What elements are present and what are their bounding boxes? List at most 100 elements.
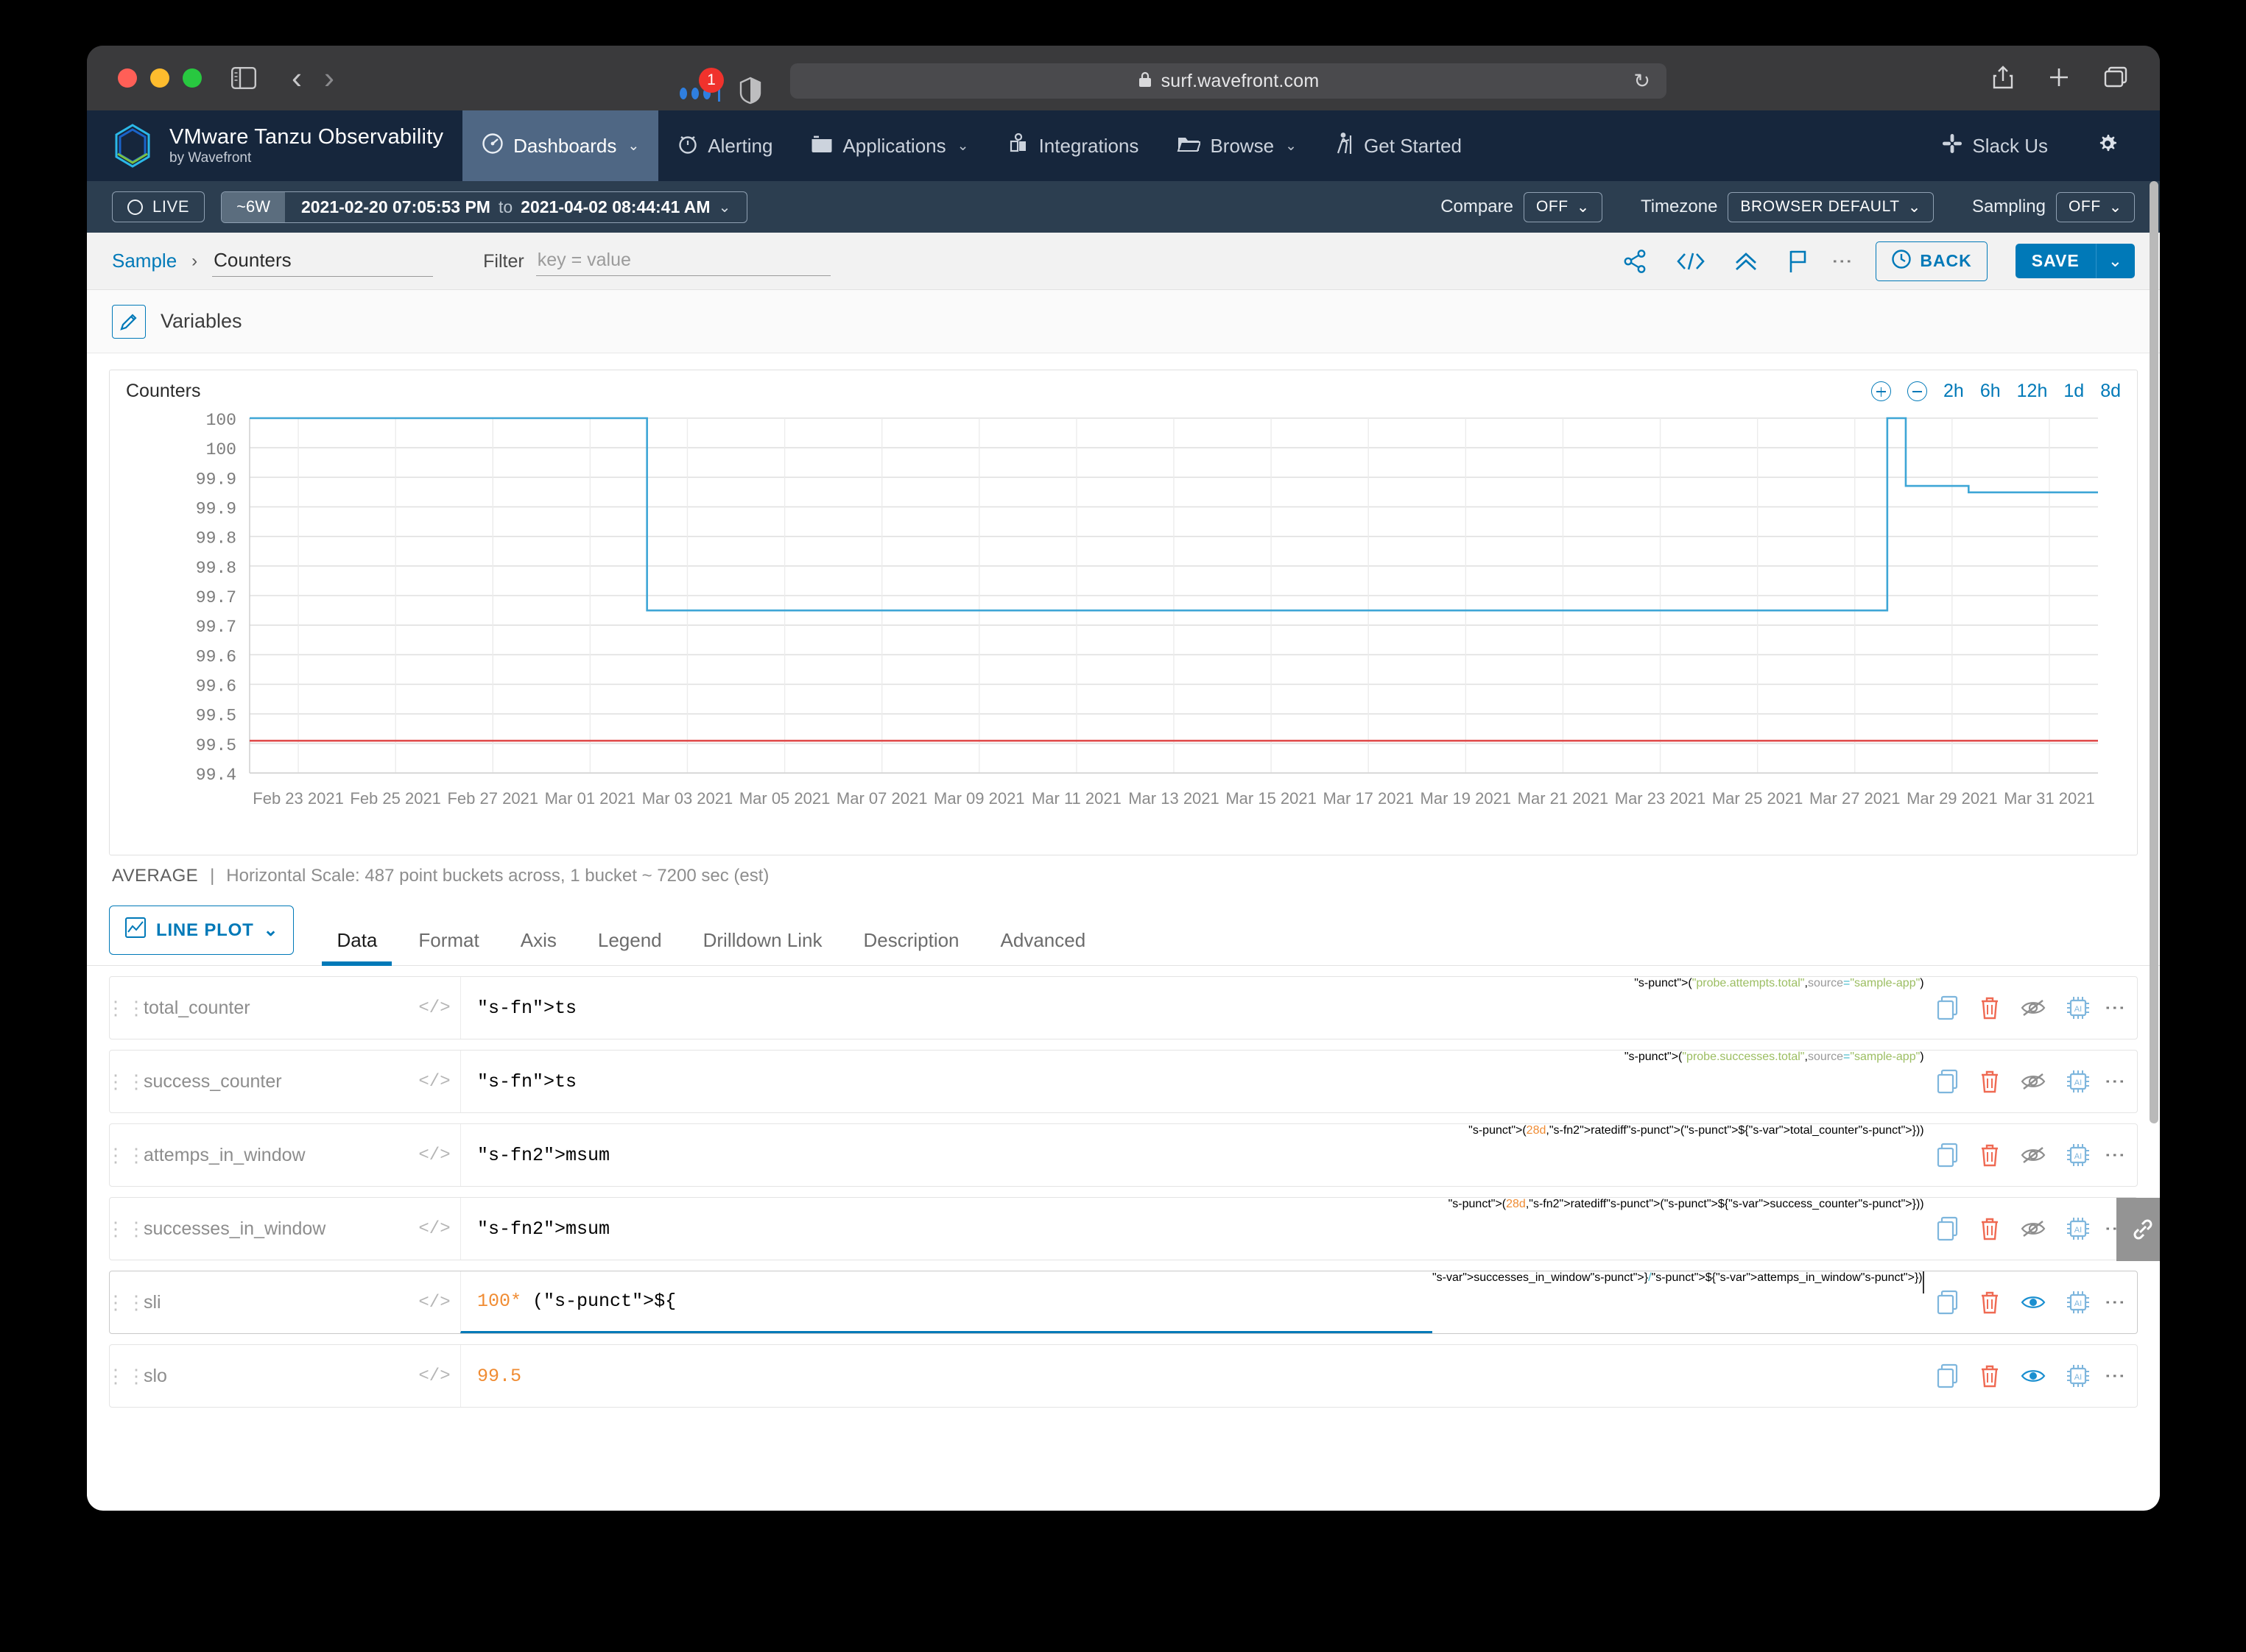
query-name-input[interactable]: success_counter — [144, 1051, 409, 1112]
duplicate-icon[interactable] — [1936, 1363, 1960, 1388]
timezone-control[interactable]: Timezone BROWSER DEFAULT ⌄ — [1641, 192, 1934, 222]
nav-item-browse[interactable]: Browse ⌄ — [1158, 110, 1316, 181]
query-expression-input[interactable]: "s-fn">ts — [460, 977, 1634, 1039]
compare-dropdown[interactable]: OFF ⌄ — [1524, 192, 1602, 222]
duplicate-icon[interactable] — [1936, 1216, 1960, 1241]
trash-icon[interactable] — [1979, 1216, 2001, 1241]
eye-off-icon[interactable] — [2020, 998, 2046, 1018]
nav-item-integrations[interactable]: Integrations — [988, 110, 1158, 181]
range-6h-button[interactable]: 6h — [1980, 381, 2001, 402]
time-range-selector[interactable]: ~6W 2021-02-20 07:05:53 PM to 2021-04-02… — [221, 191, 747, 223]
query-expression-input[interactable]: 99.5 — [460, 1345, 1924, 1407]
query-name-input[interactable]: sli — [144, 1271, 409, 1333]
browser-extensions[interactable]: 1 — [680, 65, 761, 108]
eye-off-icon[interactable] — [2020, 1218, 2046, 1239]
time-range-value[interactable]: 2021-02-20 07:05:53 PM to 2021-04-02 08:… — [285, 192, 747, 222]
browser-nav-arrows[interactable]: ‹ › — [292, 63, 334, 93]
query-row[interactable]: ⋮⋮attemps_in_window</>"s-fn2">msum"s-pun… — [109, 1123, 2138, 1187]
page-scrollbar[interactable] — [2150, 181, 2158, 1511]
sampling-dropdown[interactable]: OFF ⌄ — [2056, 192, 2135, 222]
extension-dots-icon[interactable]: 1 — [680, 85, 720, 102]
flag-icon[interactable] — [1786, 249, 1809, 274]
query-row[interactable]: ⋮⋮success_counter</>"s-fn">ts"s-punct">(… — [109, 1050, 2138, 1113]
zoom-out-icon[interactable] — [1907, 381, 1927, 401]
tab-legend[interactable]: Legend — [577, 917, 683, 965]
filter-input[interactable]: key = value — [536, 247, 831, 276]
query-row[interactable]: ⋮⋮sli</>100 * ("s-punct">${"s-var">succe… — [109, 1271, 2138, 1334]
save-dropdown-caret[interactable]: ⌄ — [2096, 244, 2135, 278]
code-icon[interactable]: </> — [409, 1271, 460, 1333]
kebab-menu-icon[interactable]: ⋮ — [2110, 998, 2121, 1018]
query-expression-input[interactable]: 100 * ("s-punct">${ — [460, 1271, 1432, 1333]
eye-off-icon[interactable] — [2020, 1071, 2046, 1092]
plot-type-dropdown[interactable]: LINE PLOT ⌄ — [109, 906, 294, 955]
breadcrumb-parent-link[interactable]: Sample — [112, 250, 177, 272]
browser-toolbar-right[interactable] — [1992, 65, 2127, 93]
trash-icon[interactable] — [1979, 1069, 2001, 1094]
code-icon[interactable]: </> — [409, 1124, 460, 1186]
tab-data[interactable]: Data — [316, 917, 398, 965]
query-name-input[interactable]: total_counter — [144, 977, 409, 1039]
kebab-menu-icon[interactable]: ⋮ — [2110, 1292, 2121, 1313]
close-window-button[interactable] — [118, 68, 137, 88]
trash-icon[interactable] — [1979, 1143, 2001, 1168]
nav-item-applications[interactable]: Applications ⌄ — [792, 110, 988, 181]
kebab-menu-icon[interactable]: ⋮ — [1837, 251, 1848, 272]
tab-drilldown-link[interactable]: Drilldown Link — [683, 917, 843, 965]
kebab-menu-icon[interactable]: ⋮ — [2110, 1071, 2121, 1092]
query-row[interactable]: ⋮⋮successes_in_window</>"s-fn2">msum"s-p… — [109, 1197, 2138, 1260]
ai-chip-icon[interactable]: AI — [2066, 1143, 2091, 1168]
query-name-input[interactable]: slo — [144, 1345, 409, 1407]
dashboard-name-input[interactable]: Counters — [212, 246, 433, 277]
code-icon[interactable]: </> — [409, 977, 460, 1039]
forward-arrow-icon[interactable]: › — [324, 63, 334, 93]
nav-item-alerting[interactable]: Alerting — [658, 110, 792, 181]
range-12h-button[interactable]: 12h — [2017, 381, 2048, 402]
slack-us-button[interactable]: Slack Us — [1923, 133, 2067, 159]
query-name-input[interactable]: successes_in_window — [144, 1198, 409, 1260]
save-button[interactable]: SAVE ⌄ — [2016, 244, 2135, 278]
eye-icon[interactable] — [2020, 1366, 2046, 1386]
chart-plot-area[interactable]: 10010099.999.999.899.899.799.799.699.699… — [110, 405, 2127, 817]
ai-chip-icon[interactable]: AI — [2066, 1363, 2091, 1388]
nav-item-get-started[interactable]: Get Started — [1316, 110, 1481, 181]
share-icon[interactable] — [1623, 249, 1648, 274]
share-icon[interactable] — [1992, 65, 2014, 93]
duplicate-icon[interactable] — [1936, 1143, 1960, 1168]
query-expression-input[interactable]: "s-fn2">msum — [460, 1124, 1468, 1186]
drag-handle-icon[interactable]: ⋮⋮ — [110, 977, 144, 1039]
back-button[interactable]: BACK — [1876, 241, 1987, 281]
drag-handle-icon[interactable]: ⋮⋮ — [110, 1271, 144, 1333]
drag-handle-icon[interactable]: ⋮⋮ — [110, 1051, 144, 1112]
drag-handle-icon[interactable]: ⋮⋮ — [110, 1198, 144, 1260]
tab-overview-icon[interactable] — [2104, 66, 2127, 92]
ai-chip-icon[interactable]: AI — [2066, 1069, 2091, 1094]
duplicate-icon[interactable] — [1936, 995, 1960, 1020]
code-icon[interactable] — [1676, 250, 1705, 272]
ai-chip-icon[interactable]: AI — [2066, 1290, 2091, 1315]
query-expression-input[interactable]: "s-fn">ts — [460, 1051, 1624, 1112]
query-expression-input[interactable]: "s-fn2">msum — [460, 1198, 1448, 1260]
duplicate-icon[interactable] — [1936, 1069, 1960, 1094]
trash-icon[interactable] — [1979, 995, 2001, 1020]
eye-off-icon[interactable] — [2020, 1145, 2046, 1165]
maximize-window-button[interactable] — [183, 68, 202, 88]
kebab-menu-icon[interactable]: ⋮ — [2110, 1145, 2121, 1165]
drag-handle-icon[interactable]: ⋮⋮ — [110, 1124, 144, 1186]
ai-chip-icon[interactable]: AI — [2066, 995, 2091, 1020]
window-controls[interactable] — [118, 68, 202, 88]
compare-control[interactable]: Compare OFF ⌄ — [1440, 192, 1602, 222]
sampling-control[interactable]: Sampling OFF ⌄ — [1972, 192, 2135, 222]
duplicate-icon[interactable] — [1936, 1290, 1960, 1315]
code-icon[interactable]: </> — [409, 1198, 460, 1260]
minimize-window-button[interactable] — [150, 68, 169, 88]
brand[interactable]: VMware Tanzu Observability by Wavefront — [87, 110, 462, 181]
drag-handle-icon[interactable]: ⋮⋮ — [110, 1345, 144, 1407]
tab-description[interactable]: Description — [842, 917, 979, 965]
range-8d-button[interactable]: 8d — [2100, 381, 2121, 402]
nav-item-dashboards[interactable]: Dashboards ⌄ — [462, 110, 658, 181]
page-scrollbar-thumb[interactable] — [2150, 181, 2158, 1123]
address-bar[interactable]: surf.wavefront.com ↻ — [790, 63, 1666, 99]
query-row[interactable]: ⋮⋮slo</>99.5AI⋮ — [109, 1344, 2138, 1408]
trash-icon[interactable] — [1979, 1363, 2001, 1388]
